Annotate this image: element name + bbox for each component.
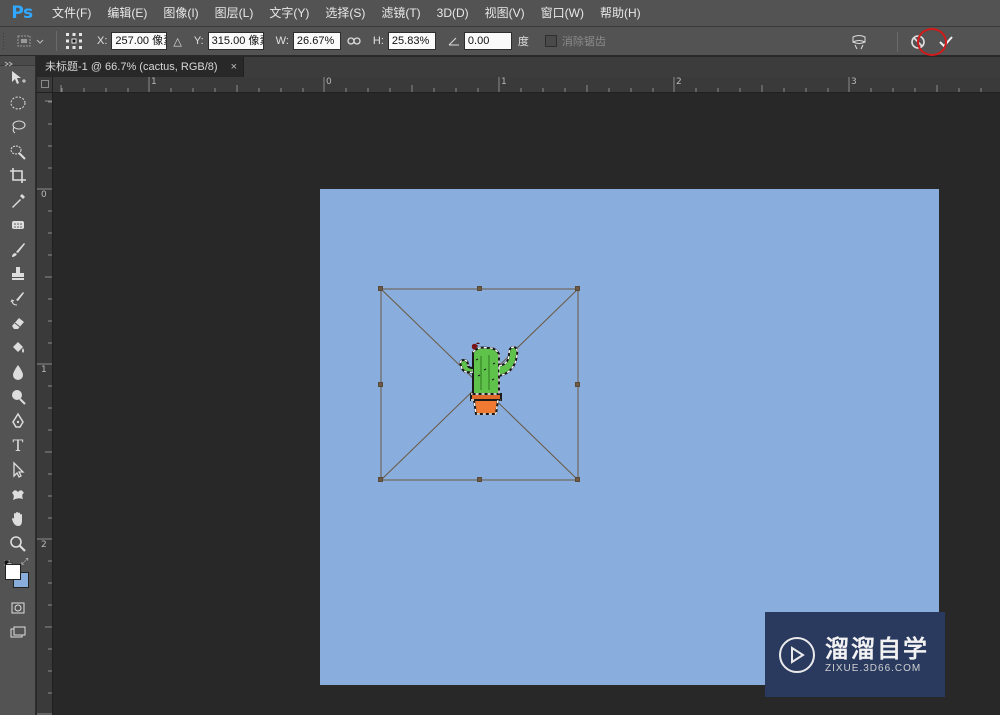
angle-unit-label: 度 <box>517 36 529 48</box>
transform-handle-top-center[interactable] <box>477 286 482 291</box>
menu-type[interactable]: 文字(Y) <box>261 0 317 27</box>
antialias-checkbox[interactable] <box>544 35 557 47</box>
ruler-origin[interactable] <box>37 77 53 93</box>
separator <box>56 31 57 51</box>
paint-bucket-tool-icon[interactable] <box>0 336 36 361</box>
eraser-tool-icon[interactable] <box>0 311 36 336</box>
width-field[interactable]: 26.67% <box>292 32 341 50</box>
y-position-field[interactable]: 315.00 像素 <box>207 32 264 50</box>
menu-edit[interactable]: 编辑(E) <box>99 0 155 27</box>
antialias-label: 消除锯齿 <box>561 36 606 48</box>
menu-help[interactable]: 帮助(H) <box>592 0 649 27</box>
reference-point-icon[interactable] <box>63 32 85 50</box>
eyedropper-tool-icon[interactable] <box>0 189 36 214</box>
swap-colors-icon[interactable]: ⤢ <box>21 556 28 567</box>
w-label: W: <box>275 35 289 47</box>
close-tab-icon[interactable]: × <box>231 57 237 77</box>
hand-tool-icon[interactable] <box>0 507 36 532</box>
blur-tool-icon[interactable] <box>0 360 36 385</box>
options-grip[interactable] <box>0 27 10 56</box>
default-colors-icon[interactable] <box>3 556 13 569</box>
clone-stamp-tool-icon[interactable] <box>0 262 36 287</box>
history-brush-tool-icon[interactable] <box>0 287 36 312</box>
document-tab-strip: 未标题-1 @ 66.7% (cactus, RGB/8) × <box>37 57 1000 77</box>
path-selection-tool-icon[interactable] <box>0 458 36 483</box>
pen-tool-icon[interactable] <box>0 409 36 434</box>
menu-window[interactable]: 窗口(W) <box>533 0 592 27</box>
vertical-ruler[interactable]: 0 1 2 <box>37 93 53 715</box>
menu-layer[interactable]: 图层(L) <box>207 0 262 27</box>
move-tool-icon[interactable] <box>0 66 36 91</box>
type-tool-icon[interactable]: T <box>0 434 36 459</box>
warp-mode-button[interactable] <box>845 27 873 56</box>
lasso-tool-icon[interactable] <box>0 115 36 140</box>
menu-3d[interactable]: 3D(D) <box>429 0 477 27</box>
link-icon[interactable] <box>347 36 361 46</box>
delta-icon[interactable]: △ <box>173 35 181 48</box>
menu-bar: Ps 文件(F) 编辑(E) 图像(I) 图层(L) 文字(Y) 选择(S) 滤… <box>0 0 1000 27</box>
watermark-title: 溜溜自学 <box>825 634 929 663</box>
photoshop-logo: Ps <box>11 3 33 23</box>
tools-panel-header[interactable] <box>0 56 35 67</box>
screen-mode-icon[interactable] <box>0 621 36 646</box>
crop-tool-icon[interactable] <box>0 164 36 189</box>
ruler-label: 0 <box>41 190 47 200</box>
healing-brush-tool-icon[interactable] <box>0 213 36 238</box>
menu-image[interactable]: 图像(I) <box>155 0 206 27</box>
document-tab-title: 未标题-1 @ 66.7% (cactus, RGB/8) <box>45 61 218 73</box>
ruler-label: 3 <box>851 77 857 87</box>
menu-filter[interactable]: 滤镜(T) <box>373 0 428 27</box>
quick-selection-tool-icon[interactable] <box>0 140 36 165</box>
angle-field[interactable]: 0.00 <box>463 32 512 50</box>
commit-highlight-ring <box>917 28 947 56</box>
foreground-color-swatch[interactable] <box>5 564 21 580</box>
play-icon <box>779 636 815 673</box>
cactus-image[interactable] <box>451 340 523 416</box>
ruler-label: 1 <box>501 77 507 87</box>
quick-mask-icon[interactable] <box>0 596 36 621</box>
free-transform-box[interactable] <box>378 286 580 482</box>
custom-shape-tool-icon[interactable] <box>0 483 36 508</box>
y-label: Y: <box>193 35 204 47</box>
height-field[interactable]: 25.83% <box>387 32 436 50</box>
menu-file[interactable]: 文件(F) <box>44 0 99 27</box>
zoom-tool-icon[interactable] <box>0 532 36 557</box>
ruler-label: 1 <box>41 365 47 375</box>
ruler-label: 0 <box>326 77 332 87</box>
tools-panel: T ⤢ <box>0 56 36 715</box>
menu-view[interactable]: 视图(V) <box>477 0 533 27</box>
marquee-tool-icon[interactable] <box>0 91 36 116</box>
dodge-tool-icon[interactable] <box>0 385 36 410</box>
ruler-label: 2 <box>41 540 47 550</box>
transform-handle-middle-right[interactable] <box>575 382 580 387</box>
document-tab[interactable]: 未标题-1 @ 66.7% (cactus, RGB/8) × <box>37 57 244 77</box>
transform-handle-bottom-center[interactable] <box>477 477 482 482</box>
watermark-logo: 溜溜自学 ZIXUE.3D66.COM <box>765 612 945 697</box>
watermark-url: ZIXUE.3D66.COM <box>825 662 922 674</box>
angle-icon <box>448 36 460 46</box>
transform-handle-bottom-right[interactable] <box>575 477 580 482</box>
separator <box>897 31 898 52</box>
transform-handle-middle-left[interactable] <box>378 382 383 387</box>
menu-select[interactable]: 选择(S) <box>317 0 373 27</box>
ruler-label: 2 <box>676 77 682 87</box>
color-swatches: ⤢ <box>0 556 36 596</box>
horizontal-ruler[interactable]: 1 0 1 2 3 <box>53 77 1000 93</box>
h-label: H: <box>372 35 384 47</box>
brush-tool-icon[interactable] <box>0 238 36 263</box>
x-label: X: <box>97 35 108 47</box>
x-position-field[interactable]: 257.00 像素 <box>111 32 168 50</box>
tool-preset-icon[interactable] <box>10 27 50 56</box>
transform-handle-top-left[interactable] <box>378 286 383 291</box>
transform-handle-bottom-left[interactable] <box>378 477 383 482</box>
ruler-label: 1 <box>151 77 157 87</box>
options-bar: X: 257.00 像素 △ Y: 315.00 像素 W: 26.67% H:… <box>0 27 1000 56</box>
transform-handle-top-right[interactable] <box>575 286 580 291</box>
